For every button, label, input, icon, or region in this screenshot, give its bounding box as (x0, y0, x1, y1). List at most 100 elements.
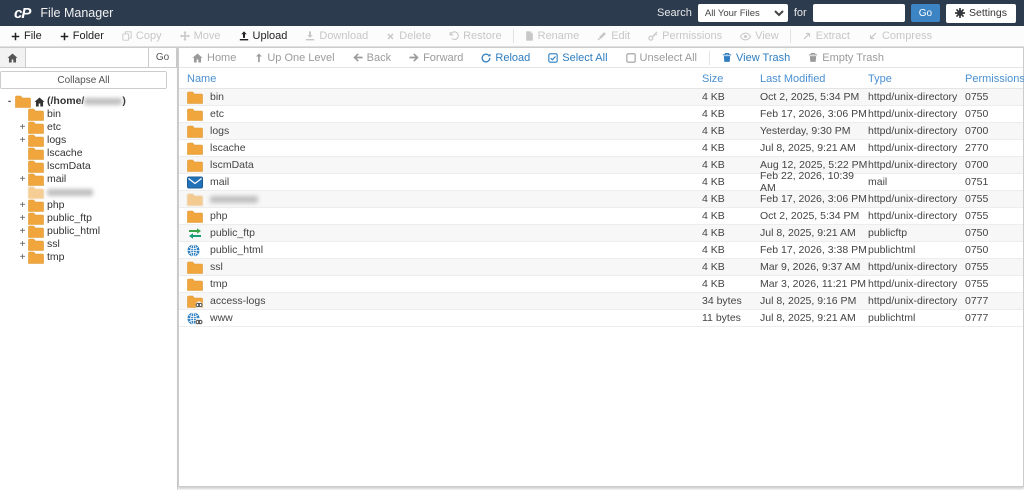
toolbar-button-permissions[interactable]: Permissions (639, 26, 731, 46)
tree-item-public_ftp[interactable]: + public_ftp (0, 212, 177, 225)
toolbar-button-file[interactable]: File (2, 26, 51, 46)
home-path-button[interactable] (0, 48, 26, 67)
toolbar-button-restore[interactable]: Restore (440, 26, 511, 46)
file-permissions: 0755 (965, 193, 989, 205)
file-modified: Jul 8, 2025, 9:21 AM (760, 312, 856, 324)
path-input[interactable] (26, 48, 148, 67)
table-row[interactable]: mail 4 KB Feb 22, 2026, 10:39 AM mail 07… (179, 170, 1023, 194)
toolbar-button-move[interactable]: Move (171, 26, 230, 46)
toolbar-button-folder[interactable]: Folder (51, 26, 113, 46)
key-icon (648, 31, 658, 41)
file-size: 4 KB (702, 193, 725, 205)
file-modified: Feb 17, 2026, 3:06 PM (760, 108, 867, 120)
tree-item[interactable] (0, 186, 177, 199)
toolbar-button-copy[interactable]: Copy (113, 26, 171, 46)
tree-item-label: logs (47, 134, 67, 146)
toolbar-button-edit[interactable]: Edit (588, 26, 639, 46)
table-row[interactable]: access-logs 34 bytes Jul 8, 2025, 9:16 P… (179, 293, 1023, 310)
column-header-name[interactable]: Name (187, 73, 702, 85)
nav-button-select-all[interactable]: Select All (539, 52, 616, 64)
table-row[interactable]: 4 KB Feb 17, 2026, 3:06 PM httpd/unix-di… (179, 191, 1023, 208)
tree-item-label: mail (47, 173, 67, 185)
nav-button-label: Empty Trash (822, 51, 884, 64)
nav-button-up-one-level[interactable]: Up One Level (245, 52, 343, 64)
table-row[interactable]: ssl 4 KB Mar 9, 2026, 9:37 AM httpd/unix… (179, 259, 1023, 276)
tree-item-ssl[interactable]: + ssl (0, 238, 177, 251)
toolbar-button-download[interactable]: Download (296, 26, 377, 46)
nav-button-view-trash[interactable]: View Trash (713, 52, 799, 64)
collapse-all-button[interactable]: Collapse All (0, 71, 167, 89)
search-scope-select[interactable]: All Your Files (697, 4, 788, 22)
table-row[interactable]: etc 4 KB Feb 17, 2026, 3:06 PM httpd/uni… (179, 106, 1023, 123)
column-header-last-modified[interactable]: Last Modified (760, 73, 868, 85)
tree-item-etc[interactable]: + etc (0, 121, 177, 134)
tree-item-lscache[interactable]: lscache (0, 147, 177, 160)
tree-item-lscmData[interactable]: lscmData (0, 160, 177, 173)
nav-button-unselect-all[interactable]: Unselect All (617, 52, 706, 64)
toolbar-button-label: Download (319, 30, 369, 42)
column-header-permissions[interactable]: Permissions (965, 73, 1024, 85)
toolbar-button-compress[interactable]: Compress (859, 26, 941, 46)
toolbar-divider (512, 29, 514, 43)
file-list-panel: Home Up One Level Back Forward Reload Se… (178, 47, 1024, 487)
toolbar-button-extract[interactable]: Extract (793, 26, 859, 46)
home-icon (192, 52, 203, 63)
path-bar: Go (0, 47, 177, 68)
cpanel-logo[interactable]: cP (14, 5, 31, 22)
tree-toggle-icon[interactable]: + (18, 212, 27, 225)
upload-icon (239, 31, 249, 41)
file-size: 4 KB (702, 108, 725, 120)
tree-toggle-icon[interactable]: - (5, 95, 14, 108)
tree-toggle-icon[interactable]: + (18, 251, 27, 264)
table-row[interactable]: tmp 4 KB Mar 3, 2026, 11:21 PM httpd/uni… (179, 276, 1023, 293)
file-name (210, 193, 258, 205)
folder-icon (187, 142, 203, 155)
file-name: bin (210, 91, 225, 103)
tree-item-php[interactable]: + php (0, 199, 177, 212)
table-row[interactable]: php 4 KB Oct 2, 2025, 5:34 PM httpd/unix… (179, 208, 1023, 225)
tree-item-tmp[interactable]: + tmp (0, 251, 177, 264)
page-title: File Manager (40, 6, 114, 20)
file-permissions: 0755 (965, 278, 989, 290)
tree-item-logs[interactable]: + logs (0, 134, 177, 147)
table-row[interactable]: lscache 4 KB Jul 8, 2025, 9:21 AM httpd/… (179, 140, 1023, 157)
table-row[interactable]: public_html 4 KB Feb 17, 2026, 3:38 PM p… (179, 242, 1023, 259)
tree-toggle-icon[interactable]: + (18, 121, 27, 134)
tree-toggle-icon[interactable]: + (18, 199, 27, 212)
move-icon (179, 31, 190, 41)
file-size: 11 bytes (702, 312, 741, 324)
tree-toggle-icon[interactable]: + (18, 238, 27, 251)
column-header-size[interactable]: Size (702, 73, 760, 85)
toolbar-button-delete[interactable]: Delete (377, 26, 440, 46)
tree-item-bin[interactable]: bin (0, 108, 177, 121)
table-row[interactable]: logs 4 KB Yesterday, 9:30 PM httpd/unix-… (179, 123, 1023, 140)
copy-icon (122, 31, 132, 41)
nav-button-home[interactable]: Home (183, 52, 245, 64)
table-row[interactable]: www 11 bytes Jul 8, 2025, 9:21 AM public… (179, 310, 1023, 327)
tree-item-mail[interactable]: + mail (0, 173, 177, 186)
search-input[interactable] (812, 4, 905, 22)
table-row[interactable]: lscmData 4 KB Aug 12, 2025, 5:22 PM http… (179, 157, 1023, 174)
nav-button-empty-trash[interactable]: Empty Trash (799, 52, 893, 64)
tree-item-home[interactable]: - (/home/ ) (0, 95, 177, 108)
nav-button-reload[interactable]: Reload (472, 52, 539, 64)
search-go-button[interactable]: Go (910, 4, 941, 22)
toolbar-button-upload[interactable]: Upload (230, 26, 297, 46)
tree-item-public_html[interactable]: + public_html (0, 225, 177, 238)
column-header-type[interactable]: Type (868, 73, 965, 85)
nav-button-back[interactable]: Back (344, 52, 400, 64)
table-row[interactable]: public_ftp 4 KB Jul 8, 2025, 9:21 AM pub… (179, 225, 1023, 242)
nav-button-forward[interactable]: Forward (400, 52, 472, 64)
settings-button[interactable]: Settings (946, 3, 1016, 23)
tree-toggle-icon[interactable]: + (18, 225, 27, 238)
folder-icon (187, 278, 203, 291)
toolbar-button-rename[interactable]: Rename (516, 26, 589, 46)
toolbar-button-view[interactable]: View (731, 26, 788, 46)
tree-toggle-icon[interactable]: + (18, 134, 27, 147)
path-go-button[interactable]: Go (148, 48, 176, 67)
table-row[interactable]: bin 4 KB Oct 2, 2025, 5:34 PM httpd/unix… (179, 89, 1023, 106)
tree-item-label: lscmData (47, 160, 91, 172)
file-permissions: 0750 (965, 108, 989, 120)
tree-toggle-icon[interactable]: + (18, 173, 27, 186)
file-modified: Mar 9, 2026, 9:37 AM (760, 261, 861, 273)
